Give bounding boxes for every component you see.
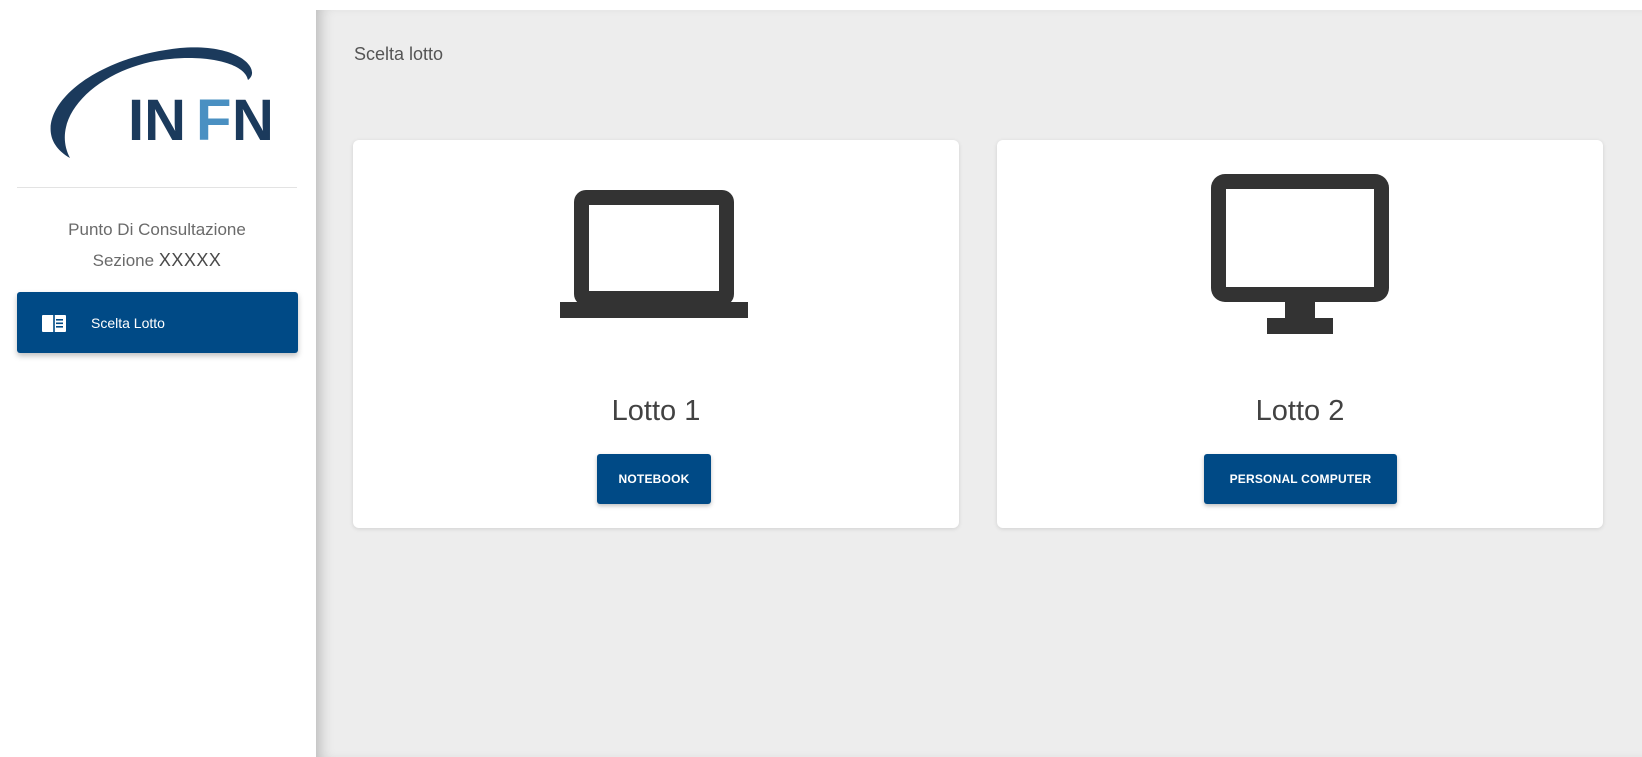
svg-text:IN: IN [128,88,186,153]
section-prefix: Sezione [92,251,155,270]
lot-title: Lotto 2 [1255,395,1345,427]
page-title: Scelta lotto [354,44,444,64]
personal-computer-button[interactable]: PERSONAL COMPUTER [1204,454,1397,504]
infn-logo[interactable]: IN F N [30,40,270,170]
svg-text:N: N [232,88,270,153]
desktop-monitor-icon [997,140,1603,360]
main-content: Scelta lotto Lotto 1 NOTEBOOK Lotto 2 PE… [316,10,1642,757]
svg-text:F: F [196,88,231,153]
lot-title: Lotto 1 [611,395,701,427]
lot-card-2: Lotto 2 PERSONAL COMPUTER [997,140,1603,528]
laptop-icon [353,140,959,360]
sidebar-divider [17,187,297,188]
sidebar-item-label: Scelta Lotto [91,314,165,331]
section-line: Sezione XXXXX [17,246,297,275]
infn-logo-image: IN F N [50,47,270,159]
sidebar: IN F N Punto Di Consultazione Sezione XX… [0,10,316,757]
lot-card-1: Lotto 1 NOTEBOOK [353,140,959,528]
consultation-title: Punto Di Consultazione [68,220,246,239]
book-icon [41,312,67,334]
notebook-button[interactable]: NOTEBOOK [597,454,711,504]
sidebar-item-scelta-lotto[interactable]: Scelta Lotto [17,292,298,353]
app-root: IN F N Punto Di Consultazione Sezione XX… [0,0,1642,757]
section-code: XXXXX [158,250,222,270]
